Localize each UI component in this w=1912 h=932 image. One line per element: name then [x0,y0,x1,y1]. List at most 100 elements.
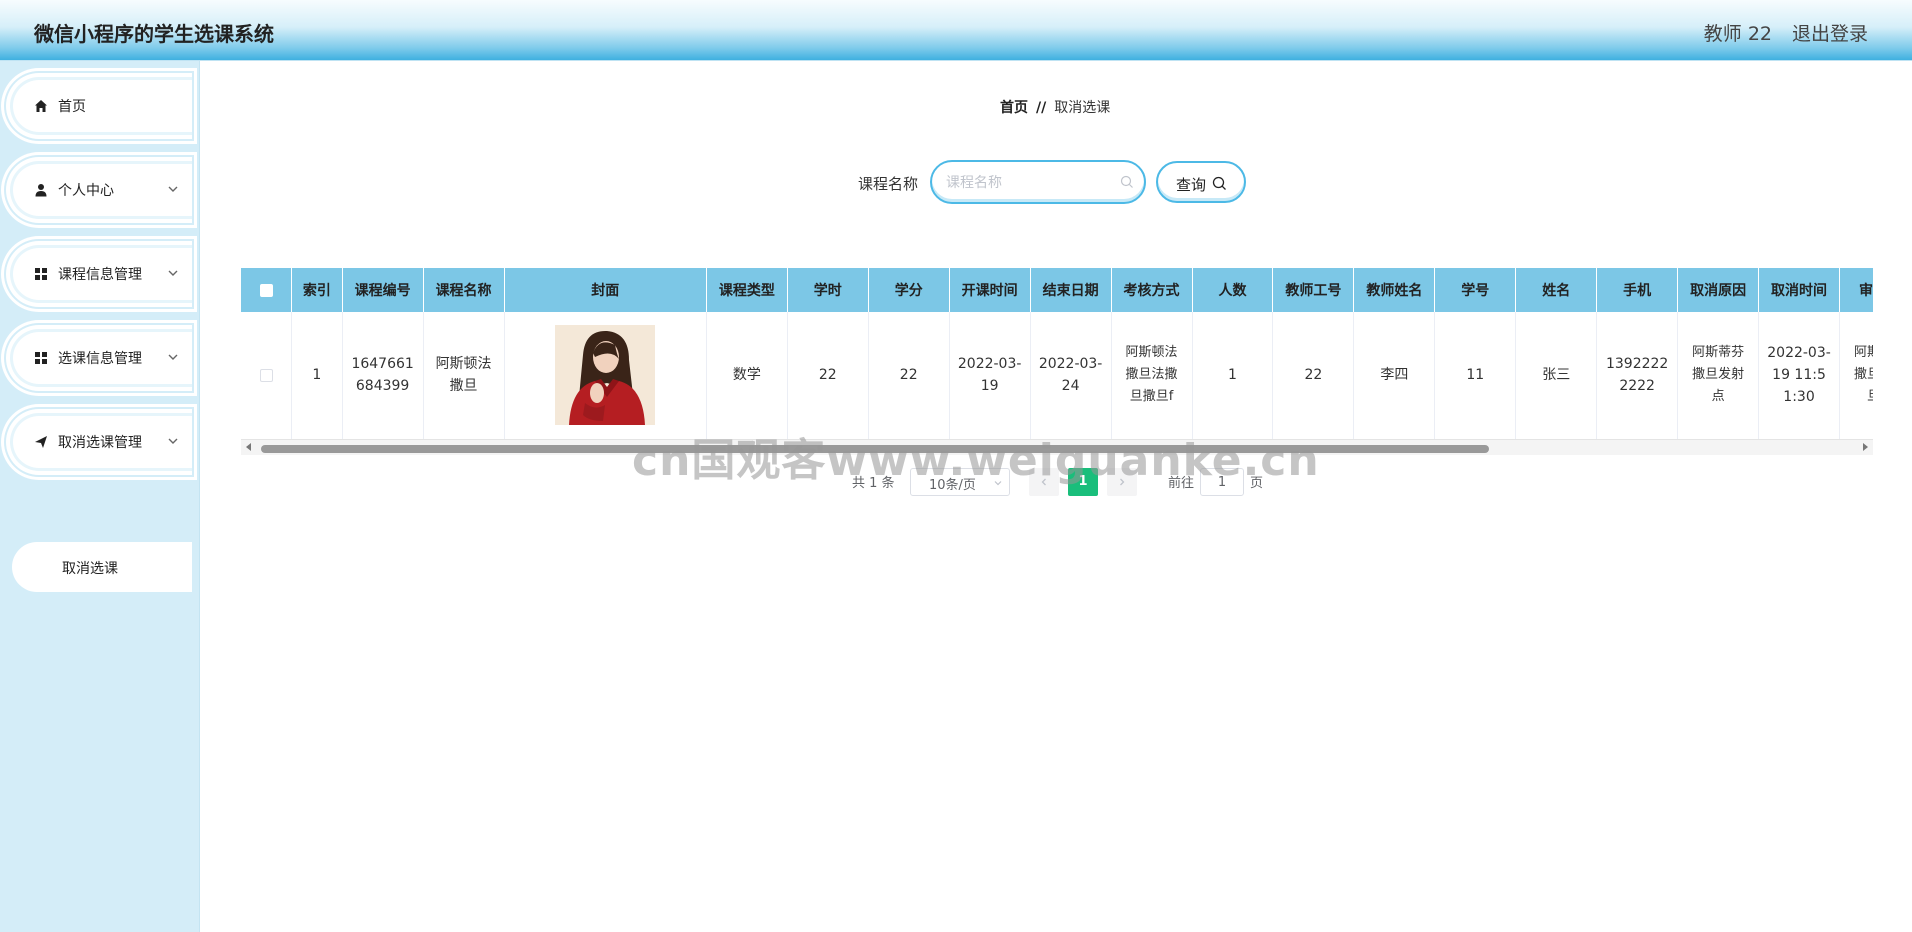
grid-icon [35,268,47,280]
column-header: 教师工号 [1272,268,1355,312]
prev-page-button[interactable] [1029,468,1059,496]
cell-hours: 22 [787,312,869,440]
data-table: 索引 课程编号 课程名称 封面 课程类型 学时 学分 开课时间 结束日期 考核方… [241,268,1873,454]
sidebar-item-label: 首页 [58,99,86,115]
cell-course-no: 1647661684399 [342,312,424,440]
column-header: 学分 [868,268,950,312]
cover-image [555,325,656,426]
select-all-checkbox[interactable] [259,283,273,297]
sidebar-item-home[interactable]: 首页 [6,73,192,139]
chevron-right-icon [1120,478,1125,486]
breadcrumb: 首页 // 取消选课 [1000,97,1110,117]
page-suffix: 页 [1250,476,1264,491]
chevron-down-icon [168,354,178,360]
cell-review: 阿斯顿法撒旦法撒旦撒 [1839,312,1873,440]
grid-icon [35,352,47,364]
submenu-item-label: 取消选课 [62,561,118,577]
chevron-down-icon [168,270,178,276]
sidebar-item-label: 选课信息管理 [58,351,142,367]
search-input[interactable] [946,172,1116,194]
chevron-down-icon [168,438,178,444]
sidebar-item-selection-info[interactable]: 选课信息管理 [6,325,192,391]
column-header: 结束日期 [1030,268,1112,312]
column-header: 姓名 [1515,268,1598,312]
row-select-cell [241,312,293,440]
column-header: 课程名称 [423,268,505,312]
next-page-button[interactable] [1107,468,1137,496]
cell-course-name: 阿斯顿法撒旦 [423,312,505,440]
column-header: 索引 [291,268,343,312]
cell-phone: 13922222222 [1596,312,1679,440]
goto-page-input[interactable] [1200,468,1244,496]
sidebar-item-personal-center[interactable]: 个人中心 [6,157,192,223]
column-header: 学号 [1434,268,1517,312]
logout-link[interactable]: 退出登录 [1792,19,1868,46]
page-size-value: 10条/页 [929,478,976,493]
sidebar-item-label: 取消选课管理 [58,435,142,451]
cell-teacher-no: 22 [1272,312,1355,440]
chevron-down-icon [994,481,1002,486]
column-header: 教师姓名 [1353,268,1436,312]
cell-assessment: 阿斯顿法撒旦法撒旦撒旦f [1111,312,1193,440]
sidebar-item-label: 课程信息管理 [58,267,142,283]
column-header: 学时 [787,268,869,312]
pagination-total: 共 1 条 [852,476,895,491]
column-header: 取消时间 [1758,268,1840,312]
search-label: 课程名称 [858,175,919,193]
goto-label: 前往 [1168,476,1195,491]
select-all-cell [241,268,293,312]
column-header: 考核方式 [1111,268,1193,312]
home-icon [35,100,47,112]
query-button[interactable]: 查询 [1156,161,1246,203]
app-title: 微信小程序的学生选课系统 [34,22,274,46]
row-checkbox[interactable] [259,368,273,382]
cell-credits: 22 [868,312,950,440]
top-header: 微信小程序的学生选课系统 教师 22 退出登录 [0,0,1912,61]
query-button-label: 查询 [1176,176,1207,194]
column-header: 审核回 [1839,268,1873,312]
column-header: 封面 [504,268,707,312]
page-size-select[interactable]: 10条/页 [910,468,1010,496]
breadcrumb-home[interactable]: 首页 [1000,100,1028,116]
cell-teacher-name: 李四 [1353,312,1436,440]
cell-cancel-reason: 阿斯蒂芬撒旦发射点 [1677,312,1760,440]
chevron-left-icon [1041,478,1046,486]
table-row[interactable]: 1 1647661684399 阿斯顿法撒旦 数学 22 22 2022-03-… [241,312,1873,440]
cell-cover [504,312,707,440]
column-header: 开课时间 [949,268,1031,312]
column-header: 手机 [1596,268,1679,312]
cell-end-date: 2022-03-24 [1030,312,1112,440]
cover-illustration [555,325,656,426]
current-user: 教师 22 [1703,23,1772,45]
cell-student-no: 11 [1434,312,1517,440]
column-header: 课程编号 [342,268,424,312]
breadcrumb-separator: // [1036,100,1047,116]
cell-index: 1 [291,312,343,440]
breadcrumb-current: 取消选课 [1054,100,1111,116]
submenu-item-cancel-selection[interactable]: 取消选课 [12,542,192,592]
scroll-left-arrow-icon[interactable] [246,443,251,451]
cell-course-type: 数学 [706,312,788,440]
table-header-row: 索引 课程编号 课程名称 封面 课程类型 学时 学分 开课时间 结束日期 考核方… [241,268,1873,312]
sidebar-item-label: 个人中心 [58,183,114,199]
send-icon [35,436,47,448]
scroll-right-arrow-icon[interactable] [1863,443,1868,451]
search-icon [1120,175,1133,188]
cell-student-name: 张三 [1515,312,1598,440]
cell-count: 1 [1192,312,1274,440]
sidebar: 首页 个人中心 课程信息管理 选课信息管理 取消选课管理 取消选课 [0,61,200,932]
sidebar-item-cancel-selection[interactable]: 取消选课管理 [6,409,192,475]
column-header: 取消原因 [1677,268,1760,312]
column-header: 人数 [1192,268,1274,312]
search-field[interactable] [930,160,1146,204]
scrollbar-thumb[interactable] [261,445,1489,453]
sidebar-item-course-info[interactable]: 课程信息管理 [6,241,192,307]
page-number-current[interactable]: 1 [1068,468,1098,496]
search-icon [1212,176,1226,190]
cell-start-time: 2022-03-19 [949,312,1031,440]
cell-cancel-time: 2022-03-19 11:51:30 [1758,312,1840,440]
user-icon [35,184,47,197]
column-header: 课程类型 [706,268,788,312]
chevron-down-icon [168,186,178,192]
table-horizontal-scrollbar[interactable] [241,439,1873,455]
